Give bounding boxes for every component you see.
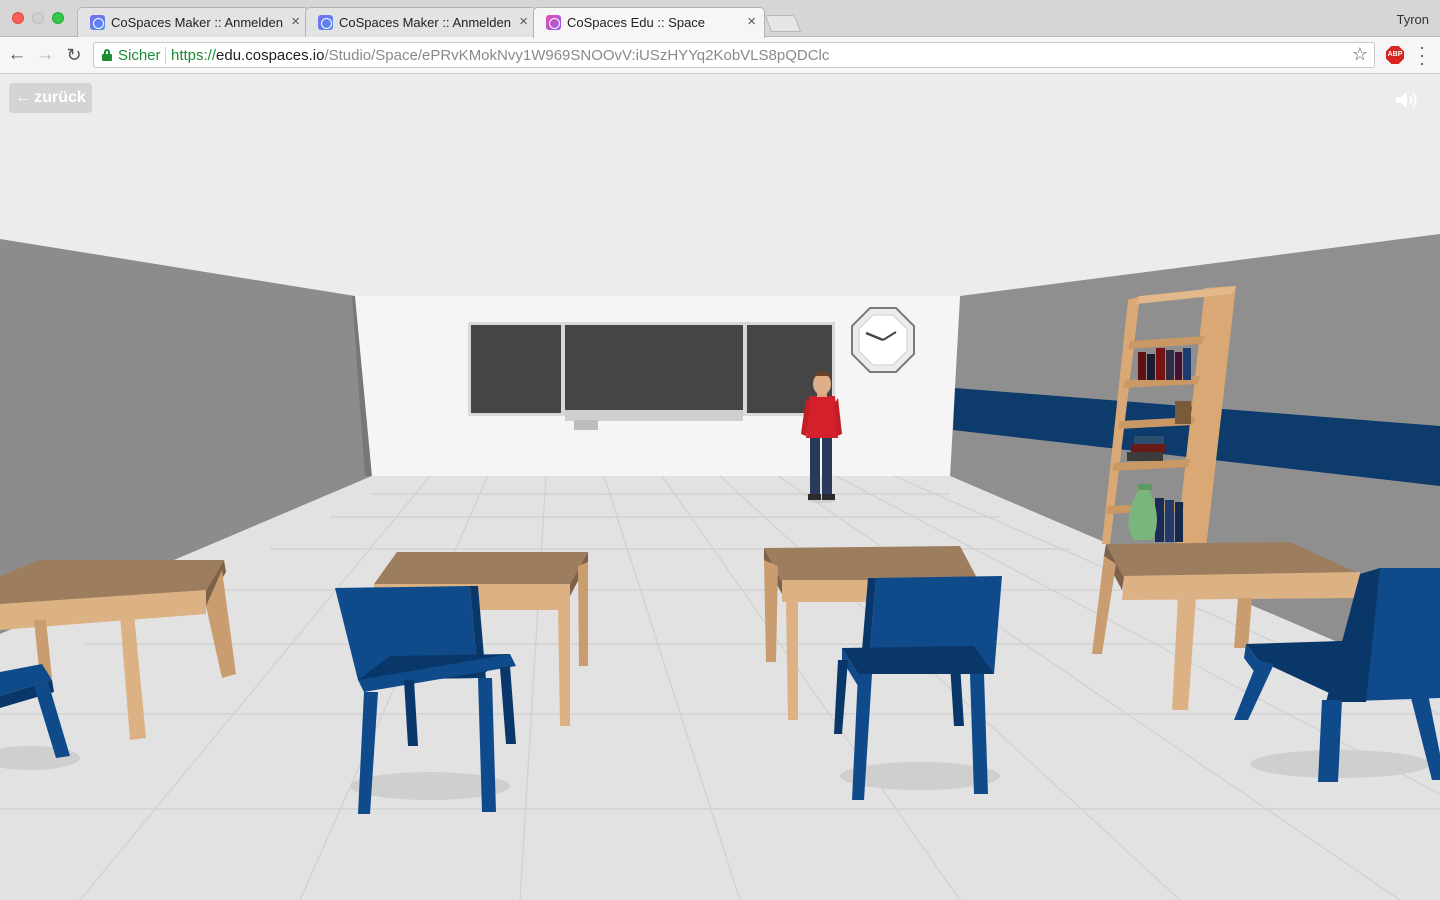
wall-clock xyxy=(851,307,915,373)
back-button[interactable]: ← zurück xyxy=(9,83,92,113)
cospaces-maker-favicon-icon xyxy=(318,15,333,30)
browser-menu-icon[interactable]: · · · xyxy=(1413,38,1431,72)
browser-tab-bar: CoSpaces Maker :: Anmelden × CoSpaces Ma… xyxy=(0,0,1440,38)
tab-title: CoSpaces Maker :: Anmelden xyxy=(339,15,511,30)
tab-title: CoSpaces Maker :: Anmelden xyxy=(111,15,283,30)
tab-close-icon[interactable]: × xyxy=(291,13,300,30)
address-bar[interactable]: Sicher https://edu.cospaces.io/Studio/Sp… xyxy=(93,42,1375,68)
chalkboard xyxy=(468,322,835,430)
divider xyxy=(165,47,166,64)
window-minimize-button[interactable] xyxy=(32,12,44,24)
profile-name[interactable]: Tyron xyxy=(1396,12,1429,27)
window-close-button[interactable] xyxy=(12,12,24,24)
cospaces-edu-favicon-icon xyxy=(546,15,561,30)
back-button-label: zurück xyxy=(34,89,86,106)
url-text[interactable]: https://edu.cospaces.io/Studio/Space/ePR… xyxy=(171,47,829,64)
security-label: Sicher xyxy=(118,47,161,64)
bookmark-star-icon[interactable]: ☆ xyxy=(1352,44,1368,65)
browser-tab-2[interactable]: CoSpaces Maker :: Anmelden × xyxy=(305,7,537,37)
window-zoom-button[interactable] xyxy=(52,12,64,24)
tab-close-icon[interactable]: × xyxy=(747,13,756,30)
browser-tab-3-active[interactable]: CoSpaces Edu :: Space × xyxy=(533,7,765,38)
speaker-icon[interactable] xyxy=(1394,90,1420,110)
reload-icon[interactable]: ↻ xyxy=(63,44,85,66)
left-arrow-icon: ← xyxy=(15,89,32,106)
cospaces-maker-favicon-icon xyxy=(90,15,105,30)
3d-scene-viewport[interactable]: ← zurück xyxy=(0,74,1440,900)
lock-icon xyxy=(102,49,112,61)
tab-close-icon[interactable]: × xyxy=(519,13,528,30)
forward-arrow-icon[interactable]: → xyxy=(34,44,56,66)
back-arrow-icon[interactable]: ← xyxy=(6,44,28,66)
tab-title: CoSpaces Edu :: Space xyxy=(567,15,706,30)
browser-tab-1[interactable]: CoSpaces Maker :: Anmelden × xyxy=(77,7,309,37)
browser-toolbar: ← → ↻ Sicher https://edu.cospaces.io/Stu… xyxy=(0,37,1440,74)
new-tab-button[interactable] xyxy=(764,15,802,32)
classroom-scene xyxy=(0,74,1440,900)
